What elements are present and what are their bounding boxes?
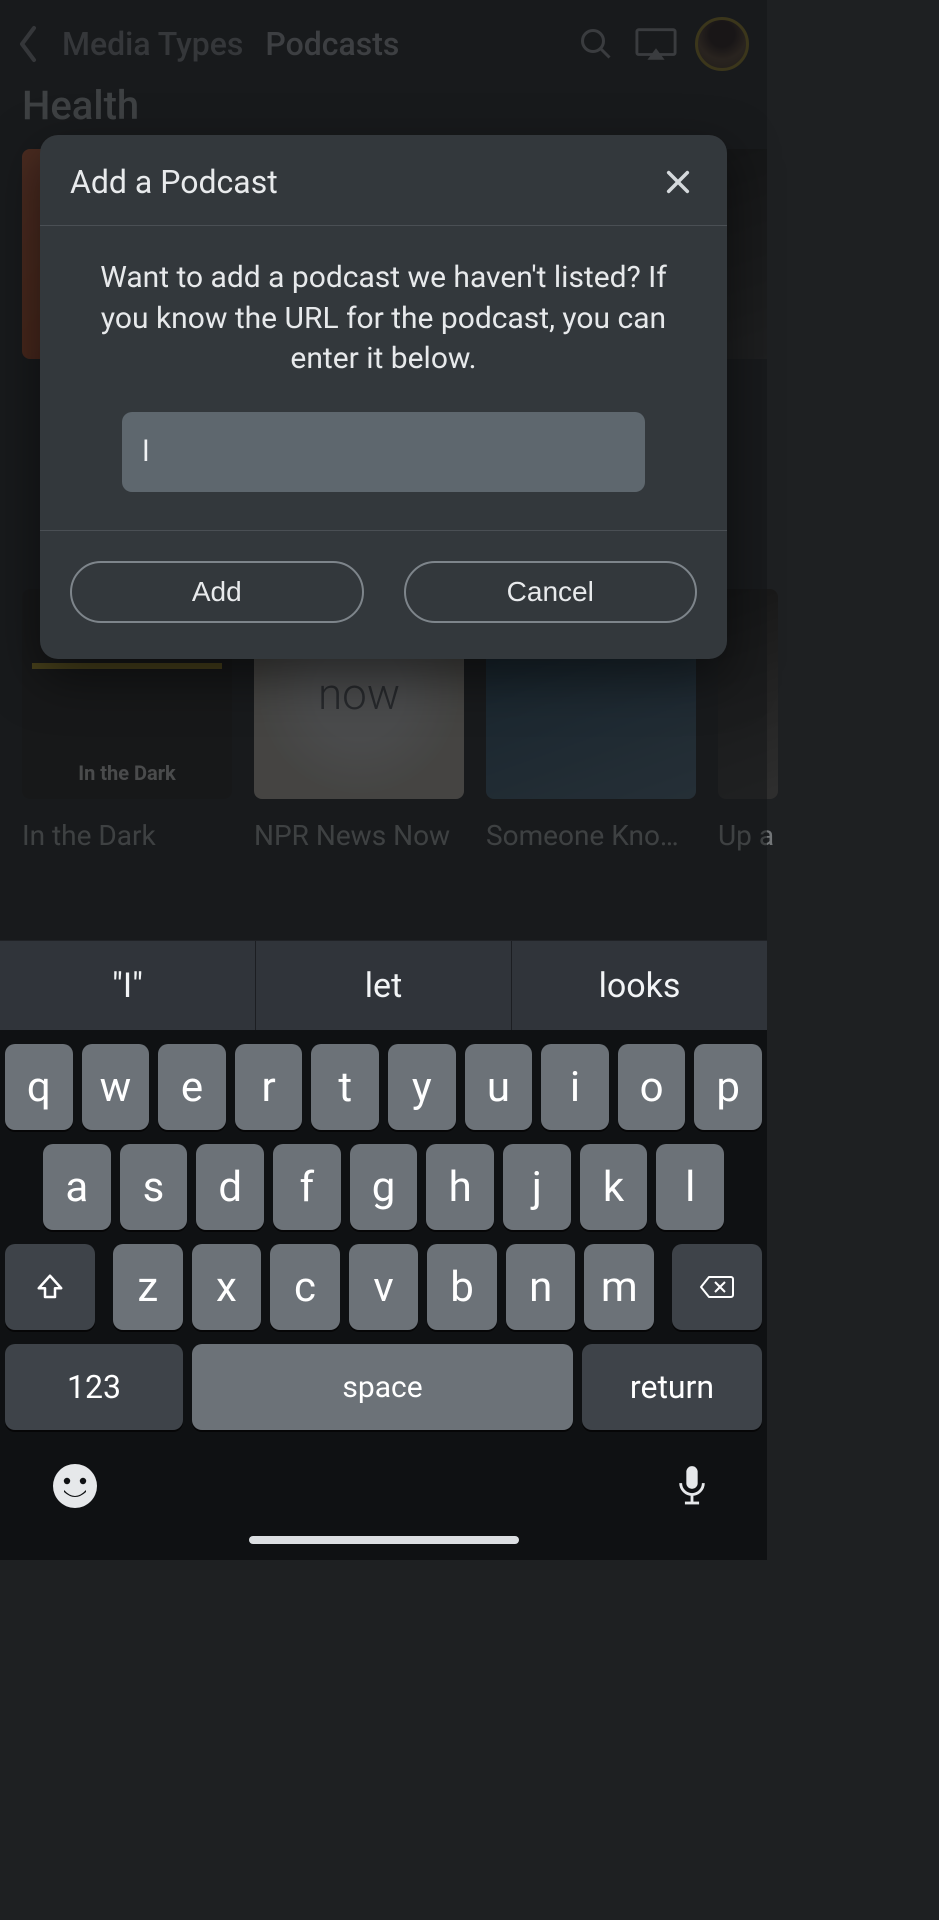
suggestion-2[interactable]: let <box>256 941 512 1030</box>
key-a[interactable]: a <box>43 1144 111 1230</box>
key-c[interactable]: c <box>270 1244 340 1330</box>
key-y[interactable]: y <box>388 1044 456 1130</box>
emoji-key[interactable] <box>49 1460 101 1512</box>
key-i[interactable]: i <box>541 1044 609 1130</box>
modal-title: Add a Podcast <box>70 163 278 201</box>
key-e[interactable]: e <box>158 1044 226 1130</box>
key-r[interactable]: r <box>235 1044 303 1130</box>
dictation-key[interactable] <box>666 1460 718 1512</box>
key-m[interactable]: m <box>584 1244 654 1330</box>
key-k[interactable]: k <box>580 1144 648 1230</box>
key-z[interactable]: z <box>113 1244 183 1330</box>
key-u[interactable]: u <box>465 1044 533 1130</box>
numbers-key[interactable]: 123 <box>5 1344 183 1430</box>
backspace-key[interactable] <box>672 1244 762 1330</box>
key-l[interactable]: l <box>656 1144 724 1230</box>
key-d[interactable]: d <box>196 1144 264 1230</box>
key-x[interactable]: x <box>192 1244 262 1330</box>
suggestion-1[interactable]: "I" <box>0 941 256 1030</box>
space-key[interactable]: space <box>192 1344 573 1430</box>
key-w[interactable]: w <box>82 1044 150 1130</box>
key-o[interactable]: o <box>618 1044 686 1130</box>
key-s[interactable]: s <box>120 1144 188 1230</box>
home-indicator[interactable] <box>249 1536 519 1544</box>
close-icon[interactable] <box>659 163 697 201</box>
keyboard: "I" let looks qwertyuiop asdfghjkl zxcvb… <box>0 940 767 1560</box>
key-h[interactable]: h <box>426 1144 494 1230</box>
key-j[interactable]: j <box>503 1144 571 1230</box>
cancel-button[interactable]: Cancel <box>404 561 698 623</box>
add-button[interactable]: Add <box>70 561 364 623</box>
key-f[interactable]: f <box>273 1144 341 1230</box>
return-key[interactable]: return <box>582 1344 762 1430</box>
add-podcast-modal: Add a Podcast Want to add a podcast we h… <box>40 135 727 659</box>
key-q[interactable]: q <box>5 1044 73 1130</box>
key-b[interactable]: b <box>427 1244 497 1330</box>
suggestion-3[interactable]: looks <box>512 941 767 1030</box>
modal-message: Want to add a podcast we haven't listed?… <box>80 258 687 412</box>
key-n[interactable]: n <box>506 1244 576 1330</box>
key-p[interactable]: p <box>694 1044 762 1130</box>
shift-key[interactable] <box>5 1244 95 1330</box>
key-v[interactable]: v <box>349 1244 419 1330</box>
key-g[interactable]: g <box>350 1144 418 1230</box>
podcast-url-input[interactable] <box>122 412 644 492</box>
key-t[interactable]: t <box>311 1044 379 1130</box>
